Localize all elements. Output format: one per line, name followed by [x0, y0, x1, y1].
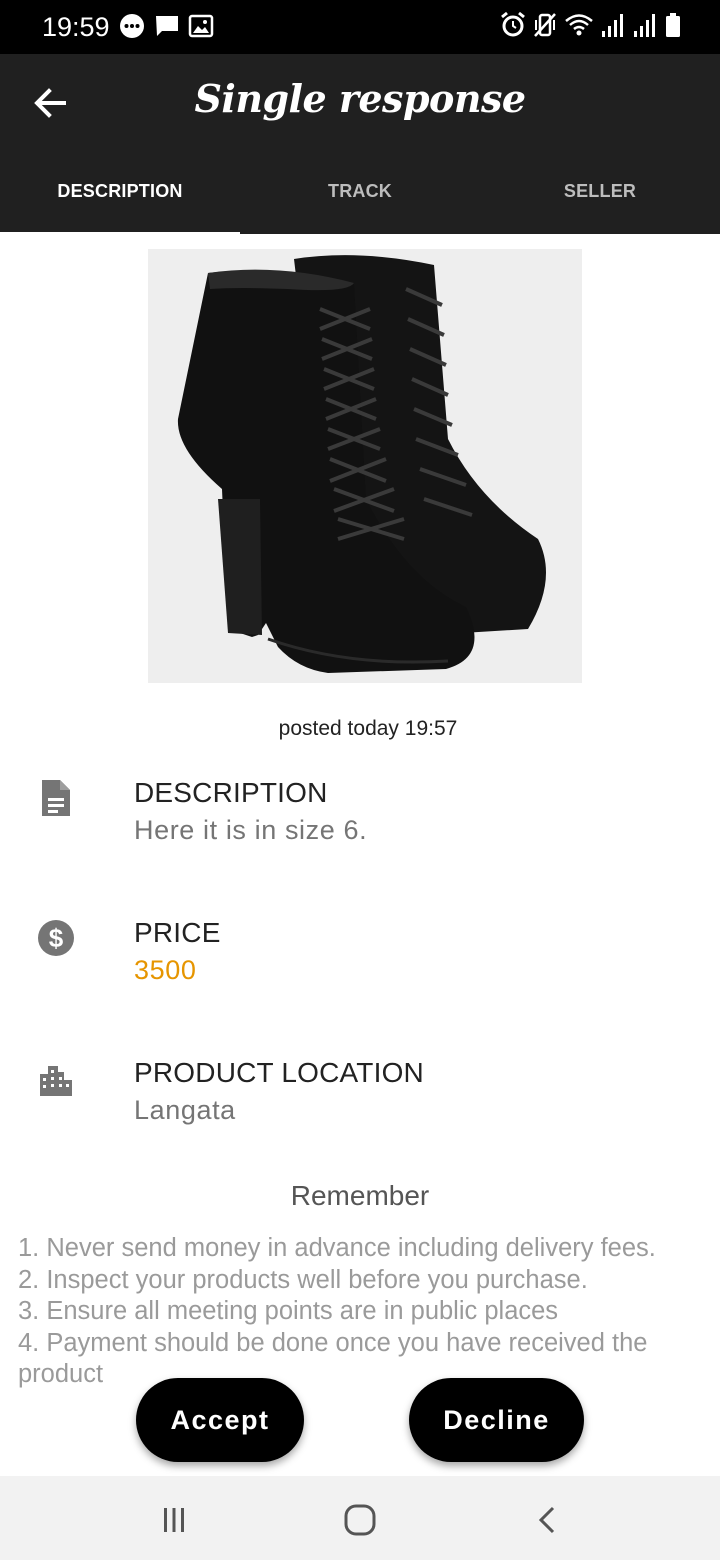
tab-seller[interactable]: SELLER: [480, 176, 720, 234]
posted-timestamp: posted today 19:57: [278, 717, 458, 740]
recent-apps-icon: [164, 1508, 184, 1532]
wifi-icon: [564, 11, 594, 44]
back-icon: [538, 1506, 555, 1534]
remember-list: 1. Never send money in advance including…: [18, 1233, 708, 1391]
tab-track[interactable]: TRACK: [240, 176, 480, 234]
status-bar: 19:59: [0, 0, 720, 54]
home-icon: [344, 1504, 376, 1536]
tab-description[interactable]: DESCRIPTION: [0, 176, 240, 235]
building-icon: [40, 1066, 72, 1096]
page-title: Single response: [194, 76, 526, 121]
signal-icon: [600, 11, 626, 44]
dollar-circle-icon: $: [38, 920, 74, 956]
home-button[interactable]: [338, 1498, 382, 1542]
system-nav-bar: [0, 1476, 720, 1560]
recent-apps-button[interactable]: [152, 1498, 196, 1542]
remember-title: Remember: [290, 1180, 430, 1211]
product-image[interactable]: [148, 249, 582, 683]
message-icon: [154, 13, 180, 44]
location-value: Langata: [134, 1095, 236, 1125]
remember-item: 2. Inspect your products well before you…: [18, 1265, 588, 1294]
accept-button[interactable]: Accept: [136, 1378, 304, 1462]
battery-icon: [664, 11, 682, 44]
app-bar: Single response DESCRIPTION TRACK SELLER: [0, 54, 720, 235]
status-system-icons: [500, 11, 682, 44]
price-value: 3500: [134, 955, 197, 985]
remember-item: 4. Payment should be done once you have …: [18, 1328, 648, 1389]
alarm-icon: [500, 11, 526, 44]
chat-bubble-icon: [118, 12, 146, 45]
location-label: PRODUCT LOCATION: [134, 1057, 424, 1088]
status-notification-icons: [118, 12, 214, 45]
document-icon: [42, 780, 70, 816]
decline-button[interactable]: Decline: [409, 1378, 584, 1462]
remember-item: 3. Ensure all meeting points are in publ…: [18, 1297, 559, 1325]
image-icon: [188, 13, 214, 44]
description-label: DESCRIPTION: [134, 777, 328, 808]
price-label: PRICE: [134, 917, 221, 948]
status-time: 19:59: [42, 12, 110, 42]
tab-bar: DESCRIPTION TRACK SELLER: [0, 176, 720, 235]
remember-item: 1. Never send money in advance including…: [18, 1234, 656, 1262]
vibrate-icon: [532, 11, 558, 44]
signal-icon: [632, 11, 658, 44]
svg-text:$: $: [49, 923, 64, 953]
system-back-button[interactable]: [526, 1498, 570, 1542]
description-value: Here it is in size 6.: [134, 815, 368, 845]
